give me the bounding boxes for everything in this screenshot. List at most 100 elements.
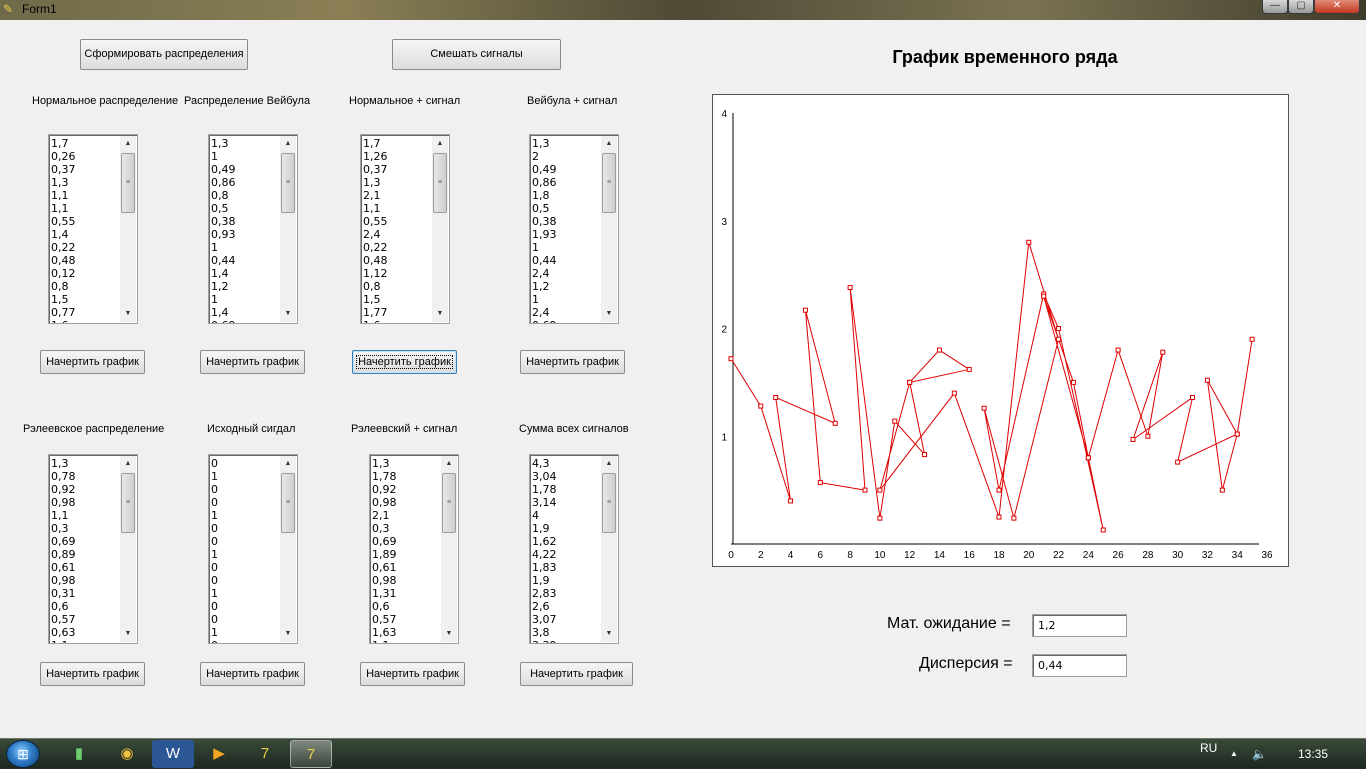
scroll-thumb[interactable]: ≡ bbox=[121, 153, 135, 213]
list-item[interactable]: 0,38 bbox=[532, 215, 602, 228]
list-item[interactable]: 1,62 bbox=[532, 535, 602, 548]
list-item[interactable]: 1,1 bbox=[51, 639, 121, 643]
list-item[interactable]: 1,4 bbox=[211, 267, 281, 280]
list-item[interactable]: 1,2 bbox=[211, 280, 281, 293]
scroll-down-arrow-icon[interactable]: ▼ bbox=[120, 306, 136, 322]
list-item[interactable]: 0,89 bbox=[51, 548, 121, 561]
list-item[interactable]: 1,1 bbox=[51, 202, 121, 215]
list-item[interactable]: 0,86 bbox=[532, 176, 602, 189]
language-indicator[interactable]: RU bbox=[1200, 733, 1217, 763]
list-item[interactable]: 1,3 bbox=[363, 176, 433, 189]
list-item[interactable]: 4,22 bbox=[532, 548, 602, 561]
mix-signals-button[interactable]: Смешать сигналы bbox=[392, 39, 561, 70]
variance-field[interactable]: 0,44 bbox=[1032, 654, 1127, 677]
list-item[interactable]: 2,4 bbox=[532, 306, 602, 319]
list-item[interactable]: 1,1 bbox=[51, 509, 121, 522]
minimize-button[interactable]: — bbox=[1262, 0, 1288, 14]
list-item[interactable]: 2 bbox=[532, 150, 602, 163]
list-item[interactable]: 1,77 bbox=[363, 306, 433, 319]
scroll-down-arrow-icon[interactable]: ▼ bbox=[432, 306, 448, 322]
list-item[interactable]: 0,8 bbox=[211, 189, 281, 202]
list-item[interactable]: 0 bbox=[211, 561, 281, 574]
list-item[interactable]: 2,83 bbox=[532, 587, 602, 600]
volume-icon[interactable]: 🔈 bbox=[1252, 739, 1267, 769]
list-item[interactable]: 1,12 bbox=[363, 267, 433, 280]
list-item[interactable]: 2,6 bbox=[532, 600, 602, 613]
normal-signal-listbox[interactable]: 1,7 1,26 0,37 1,3 2,1 1,1 0,55 2,4 0,22 0,48 1,12 0… bbox=[360, 134, 450, 324]
list-item[interactable]: 0 bbox=[211, 600, 281, 613]
scroll-down-arrow-icon[interactable]: ▼ bbox=[120, 626, 136, 642]
list-item[interactable]: 0,8 bbox=[51, 280, 121, 293]
list-item[interactable]: 0,93 bbox=[211, 228, 281, 241]
listbox-scrollbar[interactable]: ▲ ≡ ▼ bbox=[441, 456, 457, 642]
list-item[interactable]: 1,3 bbox=[51, 457, 121, 470]
list-item[interactable]: 0,57 bbox=[51, 613, 121, 626]
plot-rayleigh-button[interactable]: Начертить график bbox=[40, 662, 145, 686]
list-item[interactable]: 3,8 bbox=[532, 626, 602, 639]
list-item[interactable]: 1,1 bbox=[363, 202, 433, 215]
list-item[interactable]: 1,7 bbox=[363, 137, 433, 150]
scroll-up-arrow-icon[interactable]: ▲ bbox=[601, 456, 617, 472]
window-titlebar[interactable]: ✎ Form1 — ▢ ✕ bbox=[0, 0, 1366, 20]
plot-source-signal-button[interactable]: Начертить график bbox=[200, 662, 305, 686]
list-item[interactable]: 3,04 bbox=[532, 470, 602, 483]
list-item[interactable]: 1 bbox=[211, 150, 281, 163]
list-item[interactable]: 0,69 bbox=[51, 535, 121, 548]
list-item[interactable]: 0,5 bbox=[532, 202, 602, 215]
listbox-scrollbar[interactable]: ▲ ≡ ▼ bbox=[280, 136, 296, 322]
listbox-scrollbar[interactable]: ▲ ≡ ▼ bbox=[432, 136, 448, 322]
weibull-signal-listbox[interactable]: 1,3 2 0,49 0,86 1,8 0,5 0,38 1,93 1 0,44 2,4 1,2 1 2,… bbox=[529, 134, 619, 324]
list-item[interactable]: 0,55 bbox=[363, 215, 433, 228]
source-signal-listbox[interactable]: 010010010010010 ▲ ≡ ▼ bbox=[208, 454, 298, 644]
plot-weibull-button[interactable]: Начертить график bbox=[200, 350, 305, 374]
maximize-button[interactable]: ▢ bbox=[1288, 0, 1314, 14]
list-item[interactable]: 2,4 bbox=[363, 228, 433, 241]
list-item[interactable]: 1 bbox=[211, 626, 281, 639]
list-item[interactable]: 1,3 bbox=[51, 176, 121, 189]
list-item[interactable]: 1 bbox=[211, 293, 281, 306]
list-item[interactable]: 1,1 bbox=[51, 189, 121, 202]
list-item[interactable]: 0,98 bbox=[51, 574, 121, 587]
list-item[interactable]: 1,93 bbox=[532, 228, 602, 241]
list-item[interactable]: 0,78 bbox=[51, 470, 121, 483]
list-item[interactable]: 0,3 bbox=[372, 522, 442, 535]
list-item[interactable]: 0 bbox=[211, 496, 281, 509]
list-item[interactable]: 1,83 bbox=[532, 561, 602, 574]
list-item[interactable]: 1 bbox=[532, 293, 602, 306]
scroll-up-arrow-icon[interactable]: ▲ bbox=[432, 136, 448, 152]
list-item[interactable]: 1,5 bbox=[51, 293, 121, 306]
list-item[interactable]: 0,69 bbox=[532, 319, 602, 323]
scroll-thumb[interactable]: ≡ bbox=[602, 473, 616, 533]
list-item[interactable]: 0 bbox=[211, 535, 281, 548]
plot-normal-signal-button[interactable]: Начертить график bbox=[352, 350, 457, 374]
scroll-thumb[interactable]: ≡ bbox=[442, 473, 456, 533]
listbox-scrollbar[interactable]: ▲ ≡ ▼ bbox=[120, 456, 136, 642]
list-item[interactable]: 0,69 bbox=[211, 319, 281, 323]
list-item[interactable]: 1 bbox=[211, 509, 281, 522]
list-item[interactable]: 0,61 bbox=[372, 561, 442, 574]
list-item[interactable]: 0,92 bbox=[372, 483, 442, 496]
list-item[interactable]: 1 bbox=[211, 241, 281, 254]
normal-dist-listbox[interactable]: 1,7 0,26 0,37 1,3 1,1 1,1 0,55 1,4 0,22 0,48 0,12 0… bbox=[48, 134, 138, 324]
list-item[interactable]: 2,1 bbox=[363, 189, 433, 202]
list-item[interactable]: 1,89 bbox=[372, 548, 442, 561]
list-item[interactable]: 1,2 bbox=[532, 280, 602, 293]
list-item[interactable]: 4 bbox=[532, 509, 602, 522]
list-item[interactable]: 1,4 bbox=[211, 306, 281, 319]
listbox-scrollbar[interactable]: ▲ ≡ ▼ bbox=[601, 456, 617, 642]
list-item[interactable]: 0,77 bbox=[51, 306, 121, 319]
list-item[interactable]: 0,8 bbox=[363, 280, 433, 293]
list-item[interactable]: 0,49 bbox=[532, 163, 602, 176]
delphi-app-active-icon[interactable]: 7 bbox=[290, 740, 332, 768]
list-item[interactable]: 0,26 bbox=[51, 150, 121, 163]
list-item[interactable]: 0,48 bbox=[363, 254, 433, 267]
list-item[interactable]: 0,22 bbox=[51, 241, 121, 254]
scroll-up-arrow-icon[interactable]: ▲ bbox=[280, 456, 296, 472]
list-item[interactable]: 0,44 bbox=[532, 254, 602, 267]
scroll-up-arrow-icon[interactable]: ▲ bbox=[120, 136, 136, 152]
list-item[interactable]: 2,1 bbox=[372, 509, 442, 522]
list-item[interactable]: 1,5 bbox=[363, 293, 433, 306]
scroll-down-arrow-icon[interactable]: ▼ bbox=[441, 626, 457, 642]
listbox-scrollbar[interactable]: ▲ ≡ ▼ bbox=[120, 136, 136, 322]
list-item[interactable]: 0,3 bbox=[51, 522, 121, 535]
